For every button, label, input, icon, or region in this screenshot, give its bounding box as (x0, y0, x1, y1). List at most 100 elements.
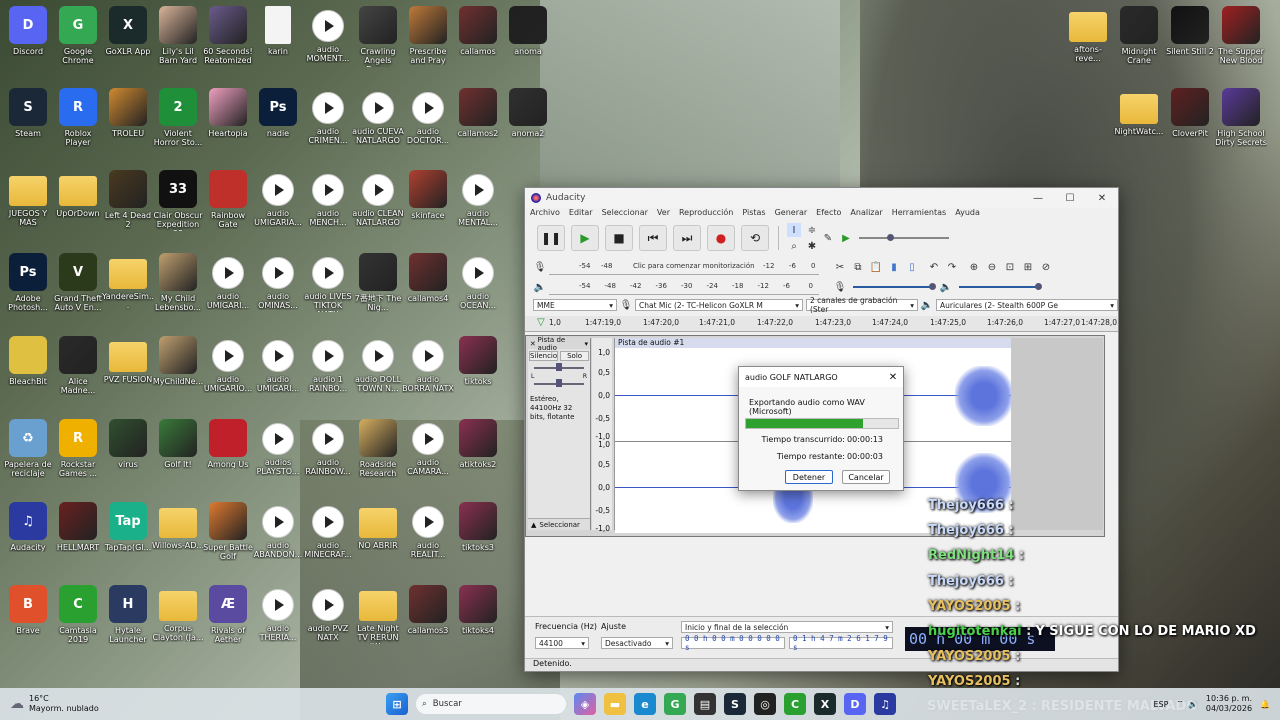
minimize-button[interactable]: — (1022, 193, 1054, 204)
desktop-icon[interactable]: audio UMIGARIO... (202, 336, 254, 393)
selection-start-field[interactable]: 0 0 h 0 0 m 0 0 0 0 0 s (681, 634, 785, 652)
track-menu-icon[interactable]: ▾ (584, 340, 590, 348)
desktop-icon[interactable]: audio DOLL TOWN N... (352, 336, 404, 393)
obs-icon[interactable]: ◎ (754, 693, 776, 715)
start-icon[interactable]: ⊞ (386, 693, 408, 715)
desktop-icon[interactable]: callamos4 (402, 253, 454, 303)
camtasia-icon[interactable]: C (784, 693, 806, 715)
desktop-icon[interactable]: R Rockstar Games ... (52, 419, 104, 478)
menu-item[interactable]: Archivo (530, 208, 560, 221)
amplitude-scale[interactable]: 1,0 0,5 0,0 -0,5 -1,0 1,0 0,5 0,0 -0,5 -1,0 (592, 338, 612, 533)
desktop-icon[interactable]: audio PVZ NATX (302, 585, 354, 642)
desktop-icon[interactable]: audio UMIGARIA... (252, 170, 304, 227)
desktop-icon[interactable]: tiktoks (452, 336, 504, 386)
snap-select[interactable]: Desactivado ▾ (601, 637, 673, 649)
desktop-icon[interactable]: PVZ FUSION (102, 336, 154, 384)
wifi-icon[interactable]: ⌔ (1176, 699, 1184, 709)
pan-slider[interactable]: LR (531, 373, 587, 387)
mic-volume-slider[interactable] (853, 283, 936, 290)
desktop-icon[interactable]: audio ABANDON... (252, 502, 304, 559)
desktop-icon[interactable]: BleachBit (2, 336, 54, 386)
mute-button[interactable]: Silencio (529, 351, 559, 361)
zoom-in-icon[interactable]: ⊕ (967, 260, 981, 274)
desktop-icon[interactable]: Rainbow Gate (202, 170, 254, 229)
menu-item[interactable]: Editar (569, 208, 593, 221)
desktop-icon[interactable]: audio DOCTOR... (402, 88, 454, 145)
desktop-icon[interactable]: Left 4 Dead 2 (102, 170, 154, 229)
desktop-icon[interactable]: aftons-reve... (1062, 6, 1114, 63)
copilot-icon[interactable]: ◈ (574, 693, 596, 715)
desktop-icon[interactable]: audio MOMENT... (302, 6, 354, 63)
desktop-icon[interactable]: audio CAMARA... (402, 419, 454, 476)
envelope-tool-icon[interactable]: ≑ (805, 223, 819, 237)
silence-icon[interactable]: ▯ (905, 260, 919, 274)
desktop-icon[interactable]: TROLEU (102, 88, 154, 138)
desktop-icon[interactable]: B Brave (2, 585, 54, 635)
skip-start-button[interactable]: ⏮ (639, 225, 667, 251)
menu-item[interactable]: Analizar (850, 208, 882, 221)
desktop-icon[interactable]: UpOrDown (52, 170, 104, 218)
media-icon[interactable]: ▤ (694, 693, 716, 715)
close-button[interactable]: ✕ (1086, 193, 1118, 204)
desktop-icon[interactable]: Ps nadie (252, 88, 304, 138)
desktop-icon[interactable]: audio THERIA... (252, 585, 304, 642)
notifications-icon[interactable]: 🔔 (1260, 700, 1270, 709)
selection-end-field[interactable]: 0 1 h 4 7 m 2 6 1 7 9 s (789, 634, 893, 652)
desktop-icon[interactable]: NightWatc... (1113, 88, 1165, 136)
desktop-icon[interactable]: 2 Violent Horror Sto... (152, 88, 204, 147)
selection-tool-icon[interactable]: I (787, 223, 801, 237)
export-progress-dialog[interactable]: audio GOLF NATLARGO ✕ Exportando audio c… (738, 366, 904, 491)
goxlr-icon[interactable]: X (814, 693, 836, 715)
play-at-speed-icon[interactable]: ▶ (839, 231, 853, 245)
paste-icon[interactable]: 📋 (869, 260, 883, 274)
desktop-icon[interactable]: Midnight Crane (1113, 6, 1165, 65)
desktop-icon[interactable]: anoma2 (502, 88, 554, 138)
speaker-volume-slider[interactable] (959, 283, 1042, 290)
playback-meter[interactable]: -54 -48 -42 -36 -30 -24 -18 -12 -6 0 (549, 280, 819, 295)
speaker-meter-icon[interactable]: 🔈 (533, 280, 547, 294)
desktop-icon[interactable]: Willows-AD... (152, 502, 204, 550)
desktop-icon[interactable]: audio UMIGARI... (202, 253, 254, 310)
stop-export-button[interactable]: Detener (785, 470, 833, 484)
input-device-select[interactable]: Chat Mic (2- TC-Helicon GoXLR M ▾ (635, 299, 803, 311)
desktop-icon[interactable]: YandereSim... (102, 253, 154, 310)
desktop-icon[interactable]: My Child Lebensbo... (152, 253, 204, 312)
play-head-icon[interactable]: ▽ (537, 317, 545, 328)
desktop-icon[interactable]: S Steam (2, 88, 54, 138)
desktop-icon[interactable]: skinface (402, 170, 454, 220)
desktop-icon[interactable]: atiktoks2 (452, 419, 504, 469)
desktop-icon[interactable]: CloverPit (1164, 88, 1216, 138)
undo-icon[interactable]: ↶ (927, 260, 941, 274)
desktop-icon[interactable]: Æ Rivals of Aether (202, 585, 254, 644)
dialog-titlebar[interactable]: audio GOLF NATLARGO ✕ (739, 367, 903, 387)
maximize-button[interactable]: ☐ (1054, 193, 1086, 204)
desktop-icon[interactable]: H Hytale Launcher (102, 585, 154, 644)
desktop-icon[interactable]: Silent Still 2 (1164, 6, 1216, 56)
multi-tool-icon[interactable]: ✱ (805, 239, 819, 253)
zoom-tool-icon[interactable]: ⌕ (787, 239, 801, 253)
menu-item[interactable]: Herramientas (892, 208, 947, 221)
volume-icon[interactable]: 🔊 (1188, 700, 1198, 709)
desktop-icon[interactable]: audio MINECRAF... (302, 502, 354, 559)
desktop-icon[interactable]: Among Us (202, 419, 254, 469)
output-device-select[interactable]: Auriculares (2- Stealth 600P Ge ▾ (936, 299, 1118, 311)
desktop-icon[interactable]: Crawling Angels Demo (352, 6, 404, 67)
monitor-hint[interactable]: Clic para comenzar monitorización (633, 262, 755, 270)
solo-button[interactable]: Solo (560, 351, 589, 361)
desktop-icon[interactable]: tiktoks3 (452, 502, 504, 552)
loop-button[interactable]: ⟲ (741, 225, 769, 251)
desktop-icon[interactable]: audio BORRA NATX (402, 336, 454, 393)
trim-icon[interactable]: ▮ (887, 260, 901, 274)
audacity-titlebar[interactable]: Audacity — ☐ ✕ (525, 188, 1118, 208)
stop-button[interactable]: ■ (605, 225, 633, 251)
desktop-icon[interactable]: Tap TapTap(Gl... (102, 502, 154, 552)
fit-selection-icon[interactable]: ⊡ (1003, 260, 1017, 274)
desktop-icon[interactable]: audio LIVES TIKTOK NATX (302, 253, 354, 312)
playback-speed-slider[interactable] (859, 234, 949, 241)
desktop-icon[interactable]: Super Battle Golf (202, 502, 254, 561)
desktop-icon[interactable]: audio CLEAN NATLARGO (352, 170, 404, 227)
dialog-close-icon[interactable]: ✕ (883, 372, 903, 383)
pause-button[interactable]: ❚❚ (537, 225, 565, 251)
desktop-icon[interactable]: audio MENTAL... (452, 170, 504, 227)
desktop-icon[interactable]: C Camtasia 2019 (52, 585, 104, 644)
